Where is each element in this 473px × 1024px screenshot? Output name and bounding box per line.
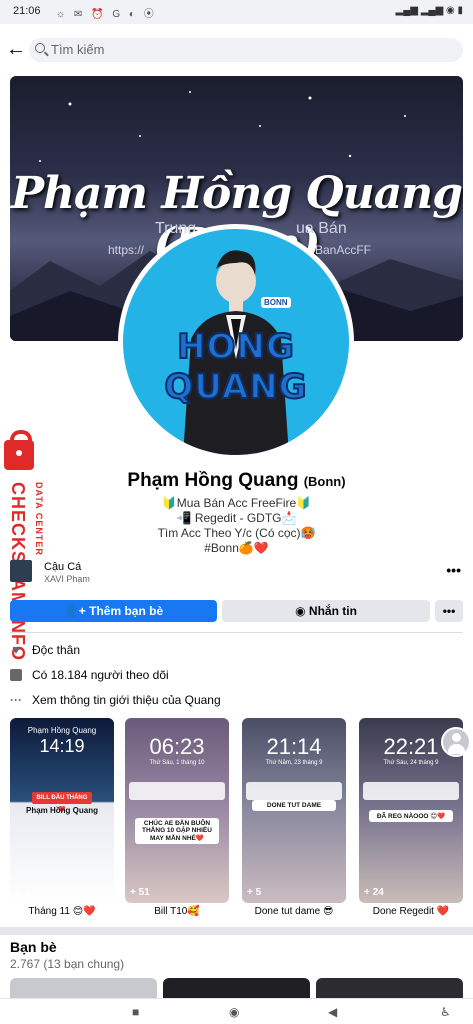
featured-follow-row[interactable]: Cậu Cá XAVI Phạm •••: [10, 560, 463, 590]
story-2-day: Thứ Sáu, 1 tháng 10: [149, 760, 205, 766]
story-1-time: 14:19: [39, 736, 85, 756]
info-relationship-text: Độc thân: [32, 643, 81, 657]
story-3-caption: DONE TUT DAME: [252, 800, 336, 811]
friends-count: 2.767 (13 bạn chung): [10, 957, 125, 971]
avatar-badge: BONN: [261, 297, 291, 308]
lock-icon: [4, 430, 34, 470]
profile-avatar[interactable]: HONG QUANG BONN: [118, 224, 354, 460]
story-1-label: Tháng 11 😊❤️: [28, 906, 96, 917]
story-1-count: + 2: [15, 887, 30, 898]
home-circle-icon[interactable]: ◉: [229, 1005, 239, 1019]
divider: [10, 632, 463, 633]
story-4-day: Thứ Sáu, 24 tháng 9: [383, 760, 439, 766]
info-about-text: Xem thông tin giới thiệu của Quang: [32, 693, 221, 707]
back-triangle-icon[interactable]: ◀: [328, 1005, 337, 1019]
story-3-time: 21:14: [266, 734, 322, 759]
story-1-title: Phạm Hồng Quang: [27, 726, 97, 735]
story-3-count: + 5: [247, 887, 262, 898]
profile-nickname: (Bonn): [303, 474, 346, 489]
status-system-icons: ▂▄▆ ▂▄▆ ◉ ▮: [395, 5, 464, 16]
android-nav-bar: ■ ◉ ◀ ♿: [0, 998, 473, 1024]
chat-head-avatar[interactable]: [441, 727, 471, 757]
avatar-text: HONG QUANG: [163, 326, 308, 408]
search-placeholder: Tìm kiếm: [51, 42, 105, 57]
friend-thumbnail[interactable]: [316, 978, 463, 1000]
story-4-caption: ĐÃ REG NÀOOO 😊❤️: [369, 810, 453, 822]
heart-icon: ♥: [12, 641, 20, 657]
watermark-small-text: DATA CENTER: [34, 482, 44, 556]
friend-thumbnail[interactable]: [10, 978, 157, 1000]
back-arrow-icon[interactable]: ←: [5, 38, 27, 60]
story-1-name: Phạm Hồng Quang: [26, 806, 98, 815]
status-bar: 21:06 ☼ ✉ ⏰ G ◐ ⦿ ▂▄▆ ▂▄▆ ◉ ▮: [0, 0, 473, 24]
message-label: Nhắn tin: [308, 604, 357, 618]
story-2-count: + 51: [130, 887, 150, 898]
bio-line-3: Tìm Acc Theo Y/c (Có cọc)🥵: [157, 526, 316, 540]
section-separator: [0, 927, 473, 935]
status-notification-icons: ☼ ✉ ⏰ G ◐ ⦿: [56, 9, 157, 20]
search-input[interactable]: Tìm kiếm: [29, 38, 463, 62]
follow-name: Cậu Cá: [44, 561, 82, 573]
story-card-2[interactable]: 06:23 Thứ Sáu, 1 tháng 10 CHÚC AE ĐẦN BU…: [125, 718, 229, 903]
story-3-notification: [246, 782, 342, 800]
more-dots-icon: ···: [10, 692, 22, 707]
story-card-3[interactable]: 21:14 Thứ Năm, 23 tháng 9 DONE TUT DAME …: [242, 718, 346, 903]
message-button[interactable]: ◉ Nhắn tin: [222, 600, 430, 622]
add-friend-button[interactable]: 👤+ Thêm bạn bè: [10, 600, 217, 622]
story-1-bill: BILL ĐẦU THÁNG ❤️: [32, 792, 92, 813]
top-bar: ← Tìm kiếm: [0, 24, 473, 76]
follow-subtitle: XAVI Phạm: [44, 574, 90, 584]
info-relationship: ♥ Độc thân: [10, 641, 80, 659]
bio-line-4: #Bonn🍊❤️: [204, 541, 269, 555]
story-2-time: 06:23: [149, 734, 205, 759]
story-4-label: Done Regedit ❤️: [372, 906, 450, 917]
featured-stories: Phạm Hồng Quang 14:19 BILL ĐẦU THÁNG ❤️ …: [10, 718, 473, 918]
bio-line-2: 📲 Regedit - GDTG📩: [176, 511, 297, 525]
friend-thumbnail[interactable]: [163, 978, 310, 1000]
add-friend-icon: 👤+: [63, 604, 90, 618]
story-4-count: + 24: [364, 887, 384, 898]
followers-icon: [10, 668, 22, 681]
story-2-notification: [129, 782, 225, 800]
story-card-1[interactable]: Phạm Hồng Quang 14:19 BILL ĐẦU THÁNG ❤️ …: [10, 718, 114, 903]
watermark: CHECKSCAM.INFO DATA CENTER: [2, 430, 46, 668]
info-about-link[interactable]: ··· Xem thông tin giới thiệu của Quang: [10, 691, 221, 709]
accessibility-icon[interactable]: ♿: [440, 1005, 451, 1019]
profile-name: Phạm Hồng Quang (Bonn): [0, 470, 473, 492]
add-friend-label: Thêm bạn bè: [89, 604, 164, 618]
more-options-button[interactable]: •••: [435, 600, 463, 622]
bio-line-1: 🔰Mua Bán Acc FreeFire🔰: [161, 496, 312, 510]
story-3-label: Done tut dame 😎: [254, 906, 334, 917]
info-followers: Có 18.184 người theo dõi: [10, 666, 169, 684]
profile-name-text: Phạm Hồng Quang: [127, 470, 299, 491]
story-3-day: Thứ Năm, 23 tháng 9: [265, 760, 323, 766]
story-2-caption: CHÚC AE ĐẦN BUÔN THẮNG 10 GẶP NHIỀU MAY …: [135, 818, 219, 844]
follow-more-icon[interactable]: •••: [446, 562, 461, 578]
friends-title[interactable]: Bạn bè: [10, 939, 57, 955]
story-2-label: Bill T10🥰: [154, 906, 200, 917]
info-followers-text: Có 18.184 người theo dõi: [32, 668, 169, 682]
search-icon: [35, 43, 45, 53]
follow-thumbnail: [10, 560, 32, 582]
status-time: 21:06: [13, 5, 41, 17]
recents-square-icon[interactable]: ■: [132, 1005, 139, 1019]
story-4-notification: [363, 782, 459, 800]
messenger-icon: ◉: [295, 604, 309, 618]
